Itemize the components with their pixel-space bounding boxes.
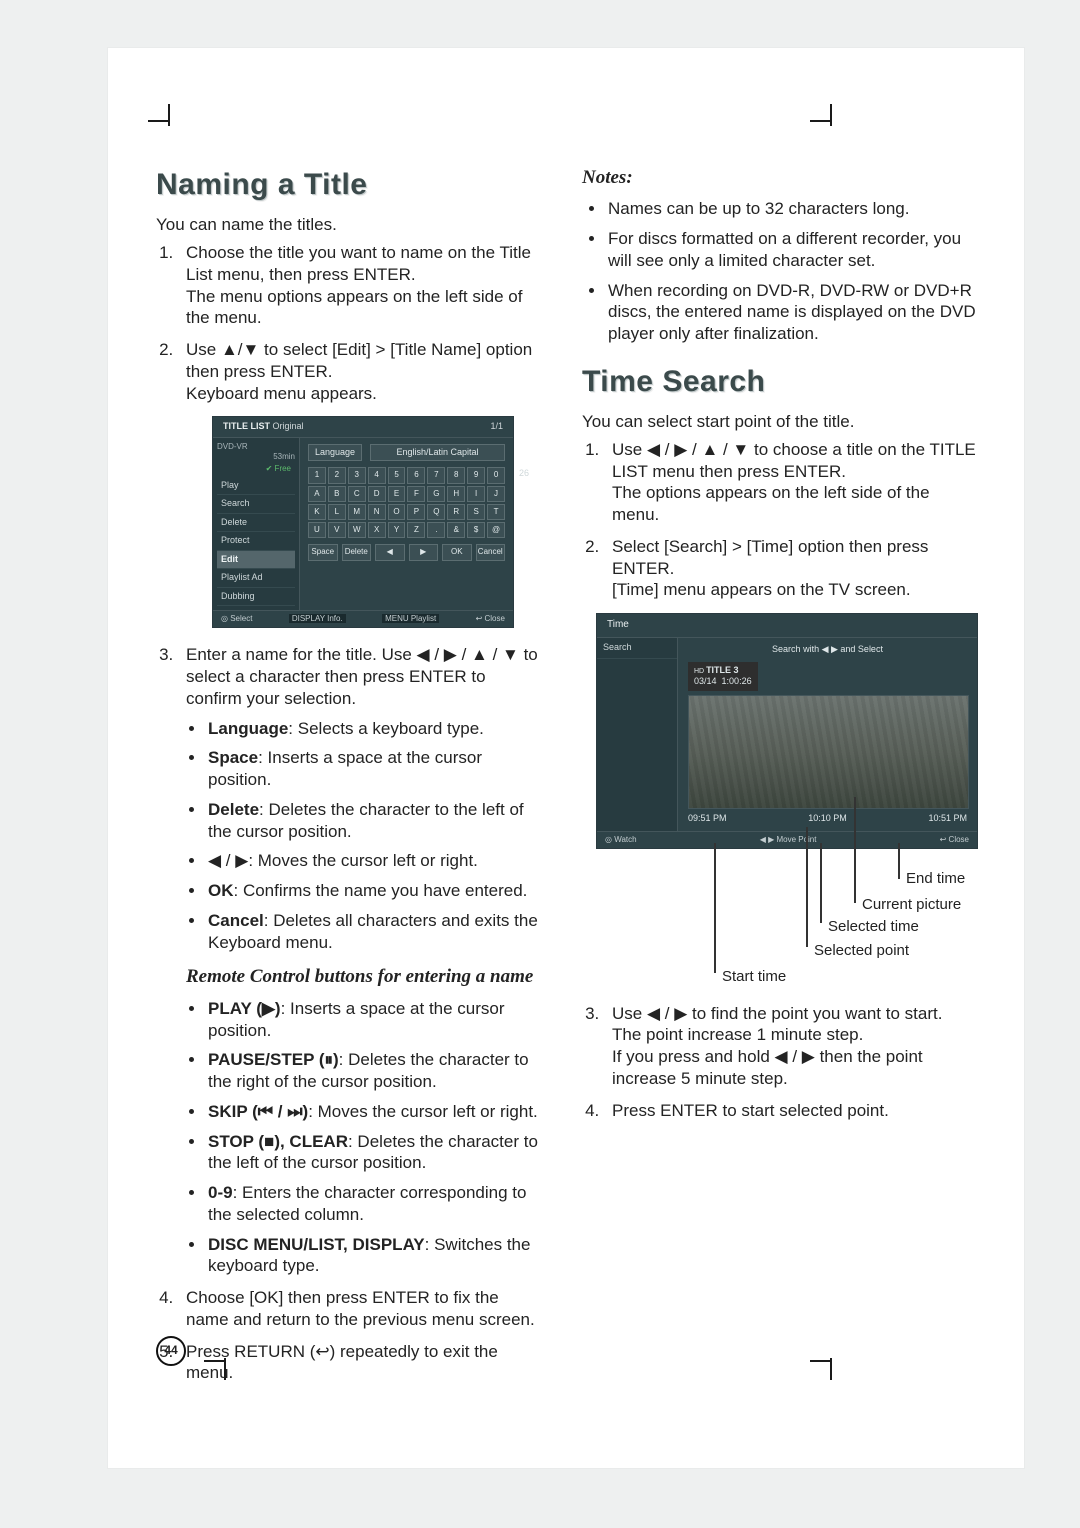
kb-menu-item-selected: Edit: [217, 551, 295, 570]
ts-step-3: Use ◀ / ▶ to find the point you want to …: [604, 1003, 976, 1090]
callout-current-picture: Current picture: [862, 895, 961, 914]
kb-free-num: 26: [519, 468, 529, 480]
kb-menu-item: Play: [217, 477, 295, 496]
ts-badge-dur: 1:00:26: [722, 676, 752, 686]
callout-line: [714, 843, 716, 973]
kb-foot-select: ◎ Select: [221, 614, 252, 624]
note-2: For discs formatted on a different recor…: [606, 228, 976, 272]
ts-preview: [688, 695, 969, 809]
callout-selected-time: Selected time: [828, 917, 919, 936]
kb-title-right: Original: [273, 421, 304, 431]
left-column: Naming a Title You can name the titles. …: [156, 166, 542, 1394]
ts-selected-time: 10:10 PM: [808, 813, 847, 825]
crop-mark: [168, 104, 170, 126]
heading-time-search: Time Search: [582, 363, 976, 401]
ts-callouts: End time Current picture Selected time S…: [596, 859, 976, 999]
heading-naming: Naming a Title: [156, 166, 542, 204]
ts-end-time: 10:51 PM: [928, 813, 967, 825]
ts-step-4: Press ENTER to start selected point.: [604, 1100, 976, 1122]
notes-heading: Notes:: [582, 166, 976, 190]
step-2: Use ▲/▼ to select [Edit] > [Title Name] …: [178, 339, 542, 404]
kb-btn-left: ◀: [375, 544, 405, 560]
ts-badge-date: 03/14: [694, 676, 717, 686]
naming-steps-cont: Enter a name for the title. Use ◀ / ▶ / …: [156, 644, 542, 1384]
naming-steps: Choose the title you want to name on the…: [156, 242, 542, 404]
time-search-screenshot: Time Search Search with ◀ ▶ and Select H…: [596, 613, 976, 849]
callout-end-time: End time: [906, 869, 965, 888]
kb-btn-delete: Delete: [342, 544, 372, 560]
kb-language-label: Language: [308, 444, 362, 462]
ts-start-time: 09:51 PM: [688, 813, 727, 825]
remote-subheading: Remote Control buttons for entering a na…: [186, 965, 542, 989]
kb-device: DVD-VR: [217, 442, 295, 452]
callout-selected-point: Selected point: [814, 941, 909, 960]
kb-language-caption: English/Latin Capital: [370, 444, 505, 462]
callout-line: [806, 827, 808, 947]
callout-line: [854, 797, 856, 903]
kb-btn-cancel: Cancel: [476, 544, 506, 560]
kb-menu-item: Playlist Ad: [217, 569, 295, 588]
step-4: Choose [OK] then press ENTER to fix the …: [178, 1287, 542, 1331]
ts-left-item: Search: [597, 638, 677, 659]
kb-foot-close: ↩ Close: [476, 614, 505, 624]
step-3: Enter a name for the title. Use ◀ / ▶ / …: [178, 644, 542, 1277]
ts-foot-close: ↩ Close: [940, 835, 969, 845]
ts-hint: Search with ◀ ▶ and Select: [688, 644, 967, 656]
ts-step-1: Use ◀ / ▶ / ▲ / ▼ to choose a title on t…: [604, 439, 976, 526]
crop-mark: [830, 104, 832, 126]
page-number: 44: [156, 1336, 186, 1366]
right-column: Notes: Names can be up to 32 characters …: [582, 166, 976, 1394]
kb-menu-item: Protect: [217, 532, 295, 551]
ts-badge-title: TITLE 3: [706, 665, 739, 675]
kb-menu-item: Search: [217, 495, 295, 514]
crop-mark: [810, 120, 832, 122]
step-5: Press RETURN (↩) repeatedly to exit the …: [178, 1341, 542, 1385]
kb-btn-right: ▶: [409, 544, 439, 560]
ts-foot-watch: ◎ Watch: [605, 835, 637, 845]
kb-btn-space: Space: [308, 544, 338, 560]
callout-line: [898, 843, 900, 879]
kb-foot-info: DISPLAY Info.: [289, 614, 346, 623]
kb-menu-item: Dubbing: [217, 588, 295, 607]
note-3: When recording on DVD-R, DVD-RW or DVD+R…: [606, 280, 976, 345]
kb-grid: 1234567890 ABCDEFGHIJ KLMNOPQRST UVWXYZ.…: [308, 467, 505, 538]
intro-text: You can name the titles.: [156, 214, 542, 236]
crop-mark: [148, 120, 170, 122]
ts-head: Time: [597, 614, 977, 638]
ts-intro: You can select start point of the title.: [582, 411, 976, 433]
step-3-text: Enter a name for the title. Use ◀ / ▶ / …: [186, 645, 538, 708]
kb-foot-playlist: MENU Playlist: [382, 614, 439, 623]
kb-free: ✔ Free: [266, 464, 291, 473]
kb-title-left: TITLE LIST: [223, 421, 270, 431]
page-content: Naming a Title You can name the titles. …: [156, 166, 976, 1394]
callout-start-time: Start time: [722, 967, 786, 986]
callout-line: [820, 843, 822, 923]
kb-time: 53min: [217, 452, 295, 462]
manual-page: Naming a Title You can name the titles. …: [108, 48, 1024, 1468]
kb-btn-ok: OK: [442, 544, 472, 560]
keyboard-screenshot: TITLE LIST Original 1/1 DVD-VR 53min ✔ F…: [212, 416, 514, 628]
ts-step-2: Select [Search] > [Time] option then pre…: [604, 536, 976, 601]
kb-page: 1/1: [490, 421, 503, 433]
note-1: Names can be up to 32 characters long.: [606, 198, 976, 220]
kb-left-panel: DVD-VR 53min ✔ Free Play Search Delete P…: [213, 438, 300, 610]
step-1: Choose the title you want to name on the…: [178, 242, 542, 329]
kb-menu-item: Delete: [217, 514, 295, 533]
